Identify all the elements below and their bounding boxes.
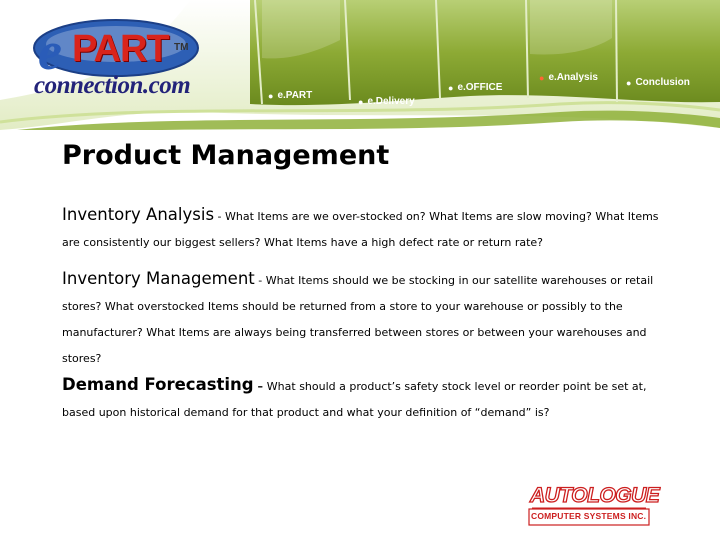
tab-conclusion-label: Conclusion <box>635 77 690 88</box>
section-inventory-analysis: Inventory Analysis - What Items are we o… <box>62 204 662 256</box>
autologue-name: AUTOLOGUE <box>529 483 660 507</box>
section-heading: Demand Forecasting <box>62 375 254 394</box>
logo-tm: TM <box>174 42 189 53</box>
section-demand-forecasting: Demand Forecasting – What should a produ… <box>62 374 662 426</box>
logo-connection: connection.com <box>34 72 191 99</box>
tab-eanalysis[interactable]: ● e.Analysis <box>539 72 598 83</box>
epart-connection-logo: e PART TM connection.com <box>32 18 199 108</box>
autologue-logo: AUTOLOGUE COMPUTER SYSTEMS INC. <box>528 483 660 528</box>
tab-conclusion[interactable]: ● Conclusion <box>626 77 690 88</box>
tab-edelivery[interactable]: ● e.Delivery <box>358 96 415 107</box>
logo-part: PART <box>72 28 170 70</box>
bullet-icon: ● <box>626 77 632 88</box>
section-heading: Inventory Analysis <box>62 205 215 224</box>
tab-edelivery-label: e.Delivery <box>367 96 415 107</box>
tab-epart[interactable]: ● e.PART <box>268 90 312 101</box>
slide: e PART TM connection.com ● e.PART ● e.De… <box>0 0 720 540</box>
section-heading: Inventory Management <box>62 269 255 288</box>
tab-epart-label: e.PART <box>277 90 313 101</box>
bullet-icon: ● <box>268 90 274 101</box>
tab-eoffice-label: e.OFFICE <box>457 82 503 93</box>
section-inventory-management: Inventory Management - What Items should… <box>62 268 662 372</box>
section-separator: - <box>254 274 266 287</box>
active-bullet-icon: ● <box>539 72 545 83</box>
tab-eanalysis-label: e.Analysis <box>548 72 598 83</box>
tab-eoffice[interactable]: ● e.OFFICE <box>448 82 502 93</box>
bullet-icon: ● <box>448 82 454 93</box>
section-separator: – <box>253 380 267 393</box>
page-title: Product Management <box>62 140 390 171</box>
bullet-icon: ● <box>358 96 364 107</box>
autologue-subtitle: COMPUTER SYSTEMS INC. <box>531 511 647 521</box>
section-separator: - <box>214 210 226 223</box>
